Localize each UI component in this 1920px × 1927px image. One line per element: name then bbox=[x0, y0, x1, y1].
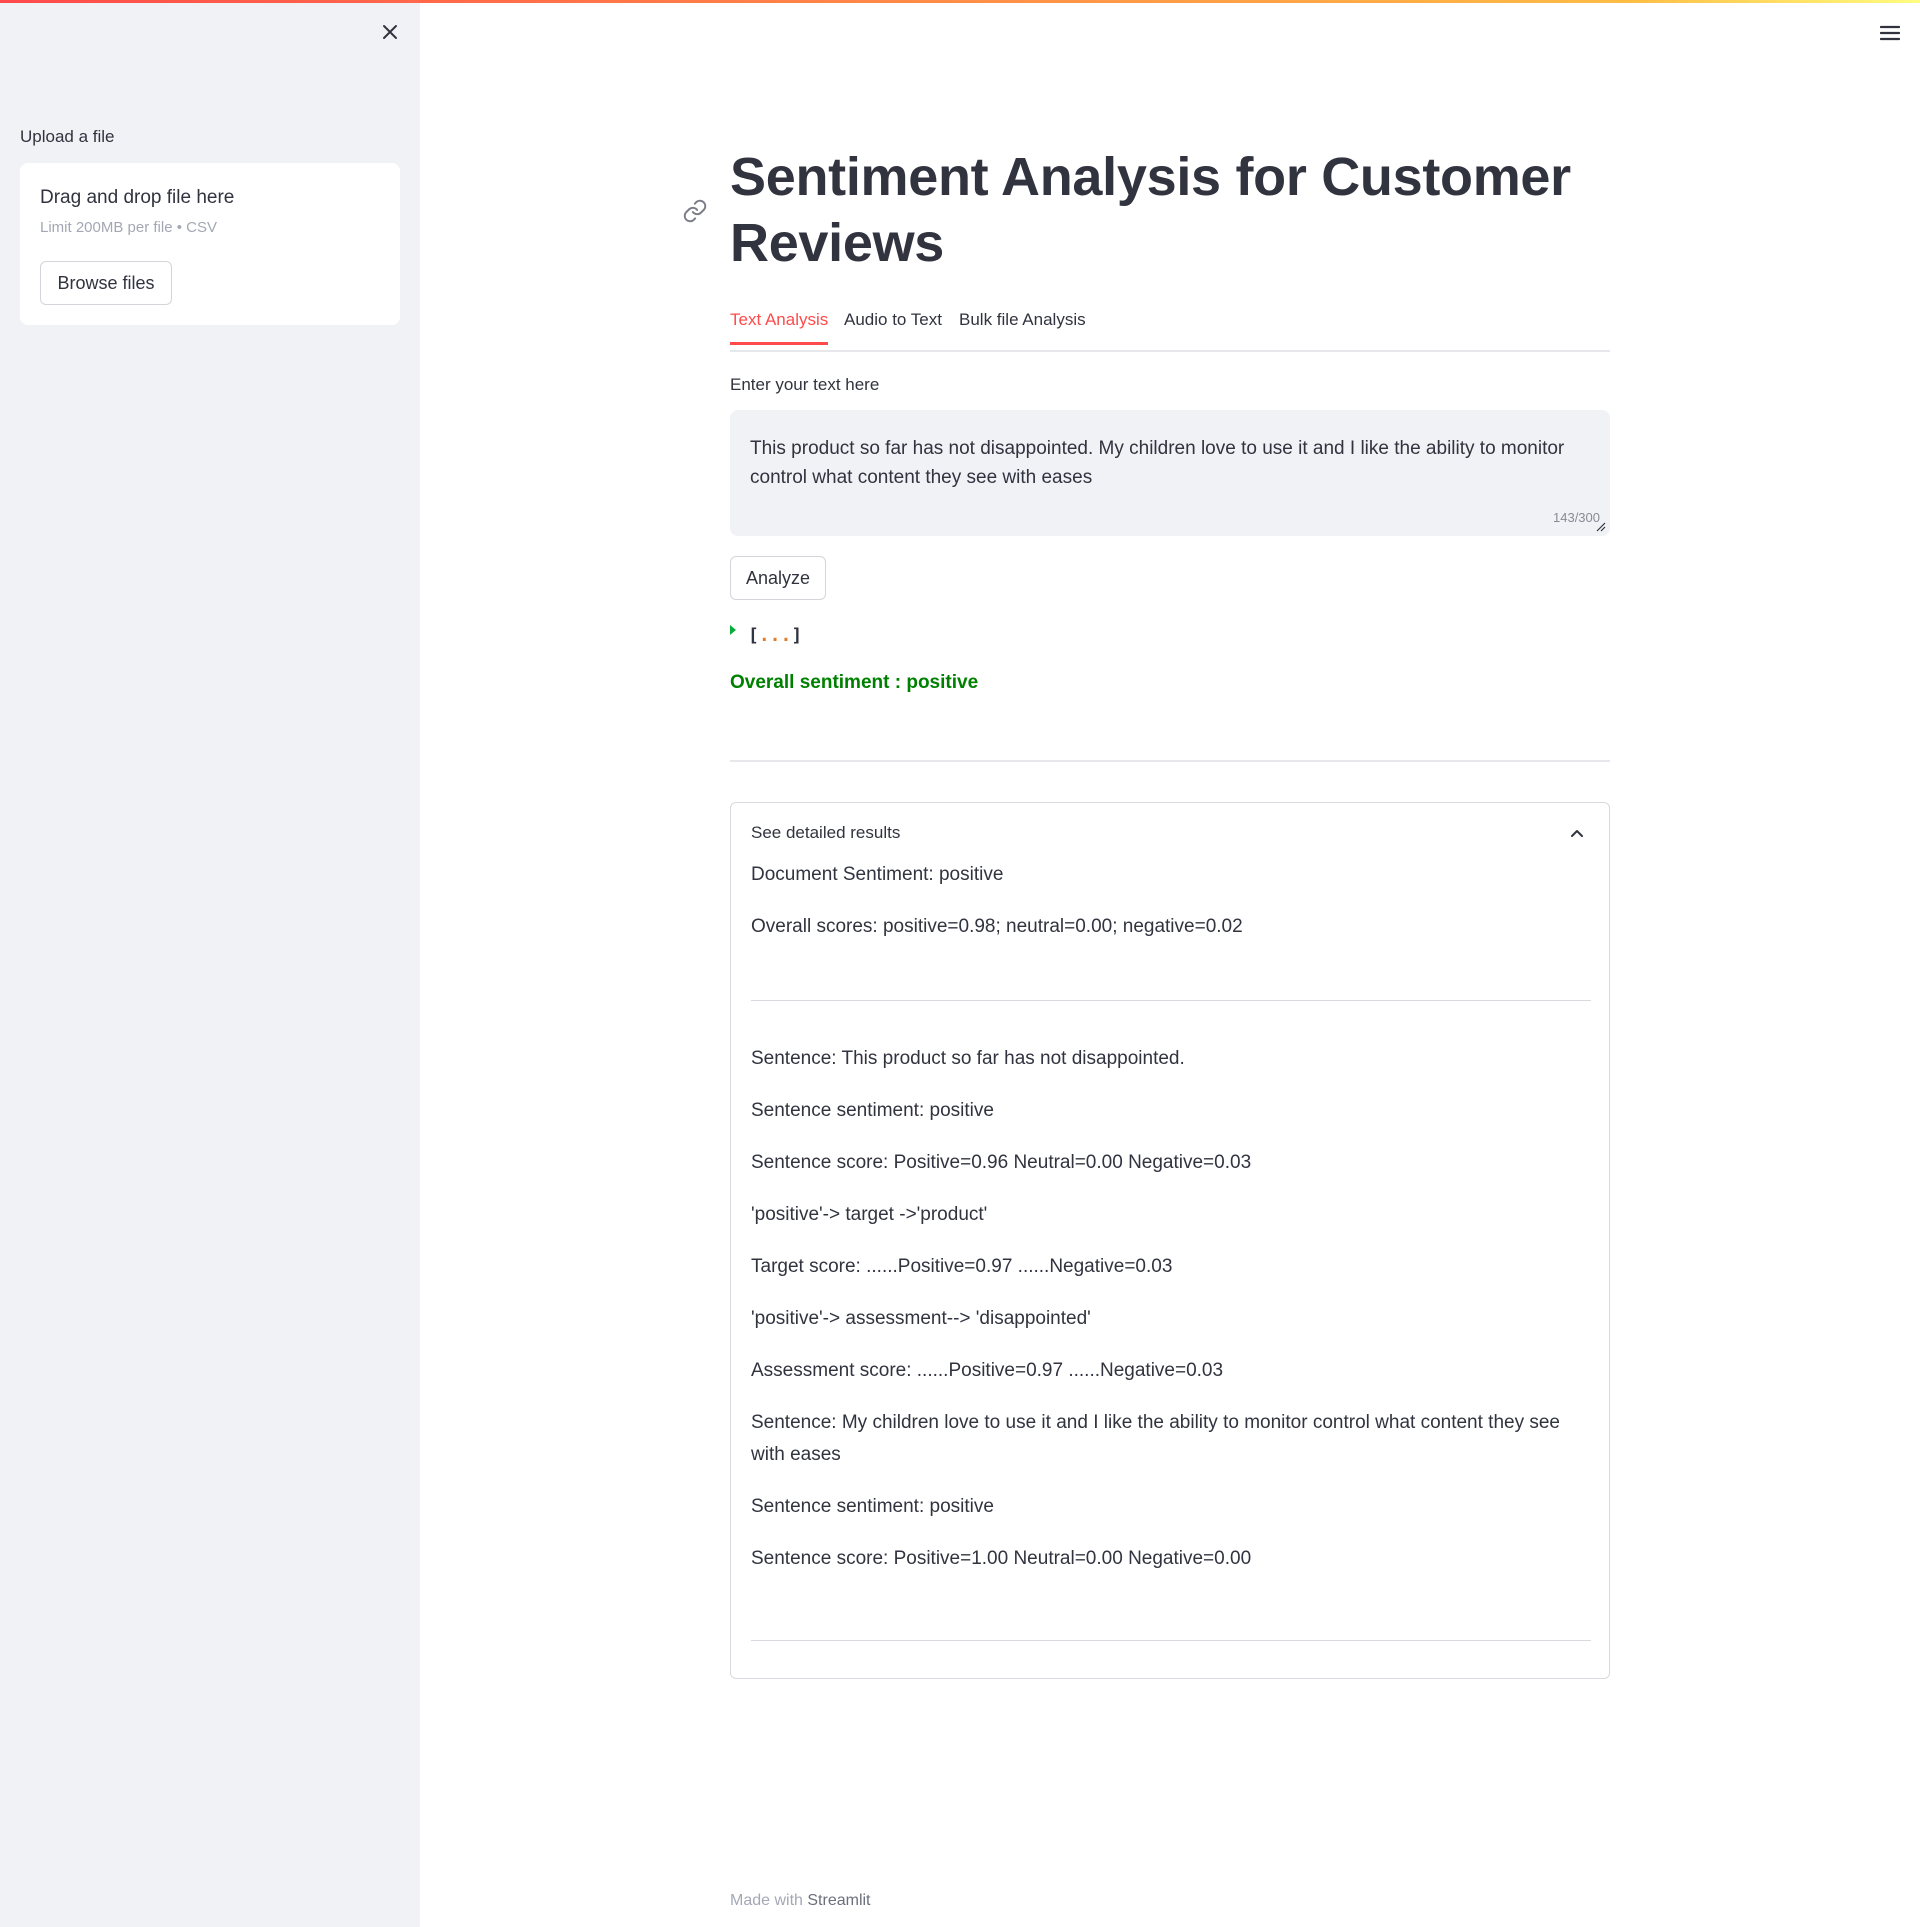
caret-right-icon[interactable] bbox=[730, 625, 736, 635]
detailed-results-expander: See detailed results Document Sentiment:… bbox=[730, 802, 1610, 1679]
json-close-bracket: ] bbox=[791, 624, 803, 646]
resize-handle-icon[interactable] bbox=[1594, 520, 1606, 532]
page-title: Sentiment Analysis for Customer Reviews bbox=[730, 147, 1571, 273]
tab-audio-to-text[interactable]: Audio to Text bbox=[844, 310, 942, 342]
divider bbox=[730, 760, 1610, 762]
sentence-score: Sentence score: Positive=0.96 Neutral=0.… bbox=[751, 1152, 1252, 1173]
assessment-line: 'positive'-> assessment--> 'disappointed… bbox=[751, 1308, 1091, 1329]
browse-files-button[interactable]: Browse files bbox=[40, 261, 172, 305]
dropzone-title: Drag and drop file here bbox=[40, 187, 235, 208]
footer: Made with Streamlit bbox=[730, 1892, 871, 1910]
sidebar-close-button[interactable] bbox=[376, 18, 404, 46]
character-counter: 143/300 bbox=[1553, 510, 1600, 525]
expander-header[interactable]: See detailed results bbox=[751, 823, 900, 843]
streamlit-link[interactable]: Streamlit bbox=[807, 1892, 870, 1909]
target-line: 'positive'-> target ->'product' bbox=[751, 1204, 988, 1225]
footer-prefix: Made with bbox=[730, 1892, 803, 1909]
sentence-sentiment: Sentence sentiment: positive bbox=[751, 1496, 994, 1517]
upload-label: Upload a file bbox=[20, 127, 115, 146]
json-collapsed-preview: [...] bbox=[748, 625, 802, 646]
results-divider bbox=[751, 1640, 1591, 1641]
link-icon bbox=[683, 199, 707, 223]
sidebar: Upload a file Drag and drop file here Li… bbox=[0, 0, 420, 1927]
sentence-text: Sentence: My children love to use it and… bbox=[751, 1412, 1560, 1465]
json-viewer: [...] bbox=[730, 620, 802, 650]
hamburger-menu-icon bbox=[1880, 25, 1900, 41]
tab-bulk-file-analysis[interactable]: Bulk file Analysis bbox=[959, 310, 1086, 342]
main-menu-button[interactable] bbox=[1872, 18, 1908, 48]
json-ellipsis: ... bbox=[758, 624, 792, 646]
overall-scores: Overall scores: positive=0.98; neutral=0… bbox=[751, 916, 1243, 937]
file-dropzone[interactable]: Drag and drop file here Limit 200MB per … bbox=[20, 163, 400, 325]
review-text-area[interactable]: This product so far has not disappointed… bbox=[730, 410, 1610, 536]
top-decoration-bar bbox=[0, 0, 1920, 3]
results-divider bbox=[751, 1000, 1591, 1001]
target-score: Target score: ......Positive=0.97 ......… bbox=[751, 1256, 1173, 1277]
document-sentiment: Document Sentiment: positive bbox=[751, 864, 1004, 885]
overall-sentiment: Overall sentiment : positive bbox=[730, 672, 979, 693]
text-input-label: Enter your text here bbox=[730, 375, 880, 394]
chevron-up-icon[interactable] bbox=[1567, 823, 1587, 843]
sentence-sentiment: Sentence sentiment: positive bbox=[751, 1100, 994, 1121]
tab-bar: Text Analysis Audio to Text Bulk file An… bbox=[730, 300, 1610, 352]
dropzone-limit-text: Limit 200MB per file • CSV bbox=[40, 219, 217, 236]
assessment-score: Assessment score: ......Positive=0.97 ..… bbox=[751, 1360, 1224, 1381]
sentence-text: Sentence: This product so far has not di… bbox=[751, 1048, 1185, 1069]
analyze-button[interactable]: Analyze bbox=[730, 556, 826, 600]
close-icon bbox=[383, 25, 397, 39]
json-open-bracket: [ bbox=[748, 624, 759, 646]
tab-text-analysis[interactable]: Text Analysis bbox=[730, 310, 829, 345]
title-anchor-link[interactable] bbox=[682, 198, 708, 224]
sentence-score: Sentence score: Positive=1.00 Neutral=0.… bbox=[751, 1548, 1252, 1569]
review-text-value: This product so far has not disappointed… bbox=[750, 438, 1565, 488]
